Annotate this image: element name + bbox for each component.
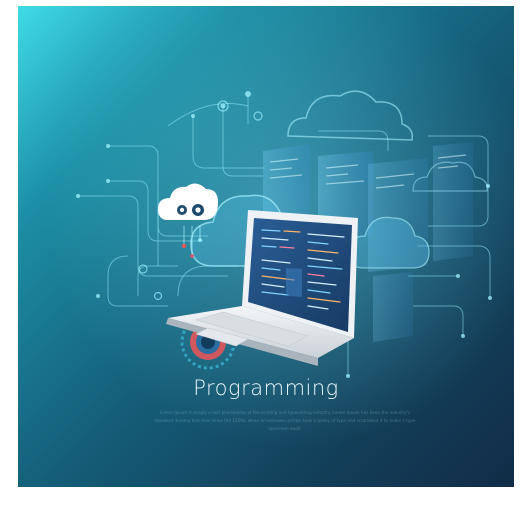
- poster-title: Programming: [193, 376, 339, 400]
- image-frame: Programming Lorem Ipsum is simply a text…: [0, 0, 521, 517]
- programming-illustration: Programming Lorem Ipsum is simply a text…: [18, 6, 514, 487]
- poster-body-text: Lorem Ipsum is simply a text placeholder…: [154, 410, 416, 432]
